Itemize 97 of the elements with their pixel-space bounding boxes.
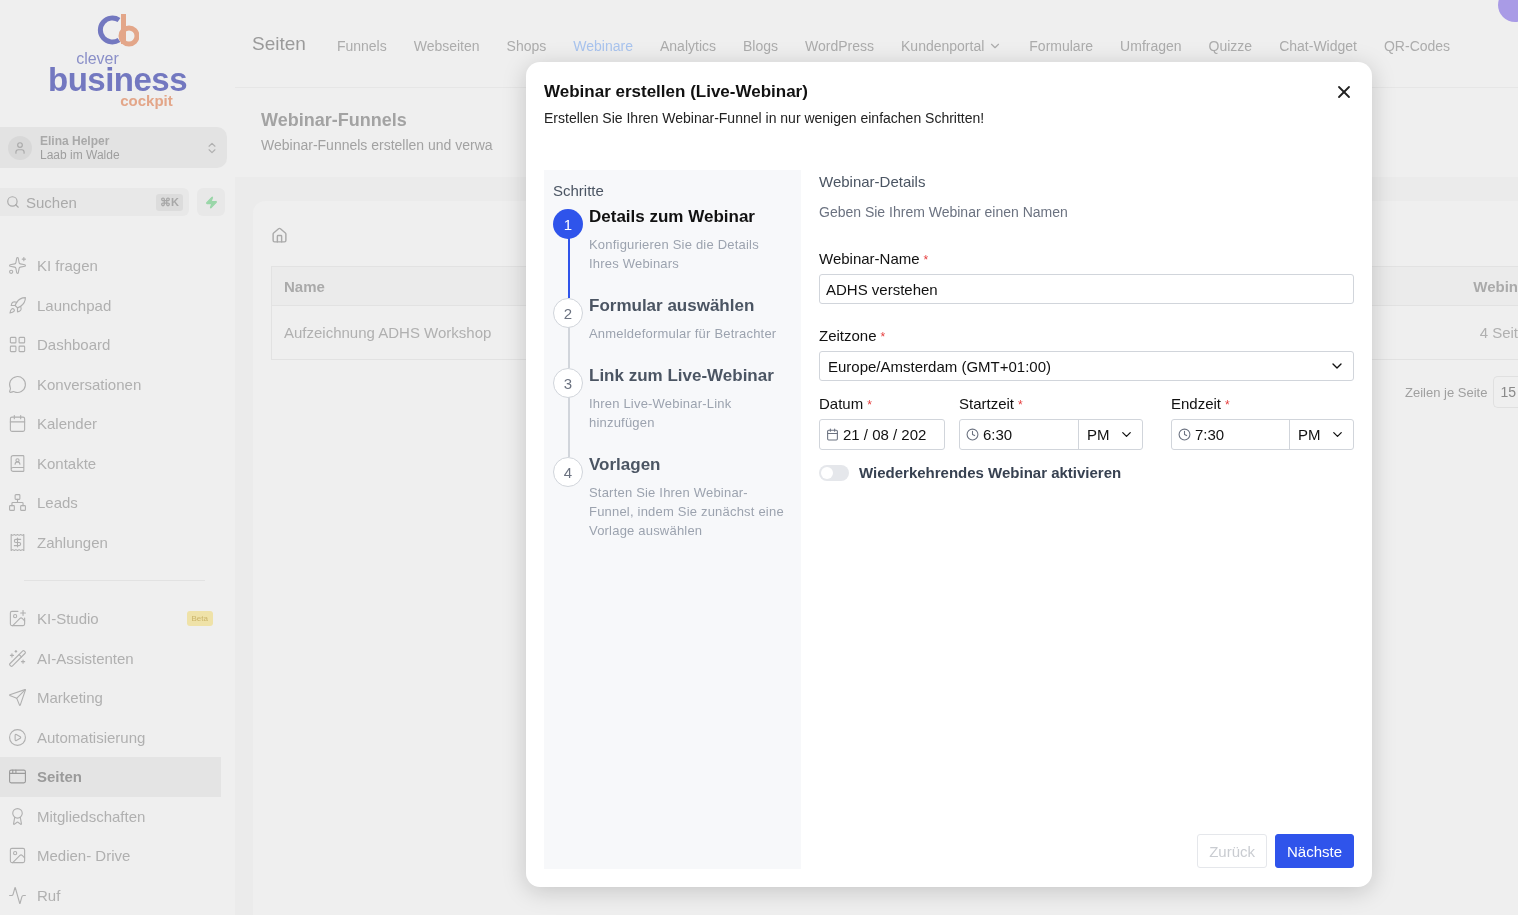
receipt-icon xyxy=(8,532,27,552)
dialog-title: Webinar erstellen (Live-Webinar) xyxy=(544,82,809,102)
field-label: Endzeit * xyxy=(1171,395,1231,412)
required-mark: * xyxy=(923,253,929,267)
timezone-select[interactable]: Europe/Amsterdam (GMT+01:00) xyxy=(819,351,1354,381)
column-header: Name xyxy=(284,277,325,295)
step-number: 2 xyxy=(553,298,583,328)
rows-per-page-label: Zeilen je Seite xyxy=(1405,384,1488,400)
step-number: 1 xyxy=(553,209,583,239)
logo-text: cockpit xyxy=(120,94,173,108)
nav-tab[interactable]: Blogs xyxy=(743,37,779,54)
logo-icon xyxy=(96,14,139,48)
nav-item[interactable]: KI fragen xyxy=(0,246,221,286)
grid-icon xyxy=(8,335,27,355)
required-mark: * xyxy=(1018,398,1023,412)
column-header: Webin xyxy=(1473,277,1518,295)
nav-item[interactable]: AI-Assistenten xyxy=(0,638,221,678)
name-input[interactable]: ADHS verstehen xyxy=(819,274,1354,304)
nav-tab[interactable]: Formulare xyxy=(1029,37,1094,54)
image-icon xyxy=(8,846,27,866)
nav-tab[interactable]: Webseiten xyxy=(413,37,480,54)
field-label: Zeitzone * xyxy=(819,327,887,344)
nav-tab[interactable]: Chat-Widget xyxy=(1279,37,1357,54)
sparkles-icon xyxy=(8,256,27,276)
nav-item[interactable]: Ruf xyxy=(0,875,221,915)
step-description: Starten Sie Ihren Webinar-Funnel, indem Sie zunächst eine Vorlage auswählen xyxy=(589,484,785,540)
account-location: Laab im Walde xyxy=(40,147,121,162)
nav-item[interactable]: Leads xyxy=(0,483,221,523)
lightning-icon xyxy=(204,195,218,209)
field-label: Datum * xyxy=(819,395,873,412)
date-input[interactable]: 21 / 08 / 202 xyxy=(819,419,945,450)
toggle-switch[interactable] xyxy=(819,464,849,481)
step-title[interactable]: Vorlagen xyxy=(589,455,789,475)
field-label: Webinar-Name * xyxy=(819,250,930,267)
steps-title: Schritte xyxy=(553,182,605,199)
logo-text: clever xyxy=(76,52,119,66)
step-number: 4 xyxy=(553,457,583,487)
table-cell: 4 Seit xyxy=(1479,324,1518,341)
required-mark: * xyxy=(867,398,872,412)
step-description: Anmeldeformular für Betrachter xyxy=(589,325,778,343)
section-title: Webinar-Details xyxy=(819,173,927,190)
nav-item[interactable]: Zahlungen xyxy=(0,522,221,562)
user-icon xyxy=(8,135,32,160)
nav-item[interactable]: Marketing xyxy=(0,678,221,718)
dialog-subtitle: Erstellen Sie Ihren Webinar-Funnel in nur wenigen einfachen Schritten! xyxy=(544,110,985,126)
nav-item[interactable]: Medien- Drive xyxy=(0,836,221,876)
toggle-label: Wiederkehrendes Webinar aktivieren xyxy=(859,464,1122,481)
next-button[interactable]: Nächste xyxy=(1274,834,1354,868)
lightning-button[interactable] xyxy=(197,188,225,216)
field-label: Startzeit * xyxy=(959,395,1024,412)
contact-book-icon xyxy=(8,453,27,473)
nav-tab[interactable]: QR-Codes xyxy=(1383,37,1451,54)
nav-tab[interactable]: Quizze xyxy=(1208,37,1253,54)
table-cell: Aufzeichnung ADHS Workshop xyxy=(284,324,492,341)
nav-item[interactable]: Dashboard xyxy=(0,325,221,365)
nav-item[interactable]: Konversationen xyxy=(0,364,221,404)
paper-plane-icon xyxy=(8,688,27,708)
step-description: Ihren Live-Webinar-Link hinzufügen xyxy=(589,395,733,432)
step-title[interactable]: Link zum Live-Webinar xyxy=(589,366,789,386)
calendar-icon xyxy=(8,414,27,434)
wand-icon xyxy=(8,648,27,668)
nav-item[interactable]: Seiten xyxy=(0,757,221,797)
required-mark: * xyxy=(1225,398,1230,412)
rocket-icon xyxy=(8,295,27,315)
section-title: Seiten xyxy=(252,32,306,55)
required-mark: * xyxy=(880,330,886,344)
play-icon xyxy=(8,727,27,747)
nav-tab[interactable]: WordPress xyxy=(805,37,874,54)
network-icon xyxy=(8,493,27,513)
step-description: Konfigurieren Sie die Details Ihres Webinars xyxy=(589,236,760,273)
logo-text: business xyxy=(47,66,188,94)
step-title[interactable]: Formular auswählen xyxy=(589,296,789,316)
nav-item[interactable]: Mitgliedschaften xyxy=(0,796,221,836)
nav-tab[interactable]: Funnels xyxy=(336,37,387,54)
page-subtitle: Webinar-Funnels erstellen und verwa xyxy=(261,137,493,153)
nav-item[interactable]: Kontakte xyxy=(0,443,221,483)
rows-per-page-select[interactable]: 15 xyxy=(1493,376,1518,408)
step-title[interactable]: Details zum Webinar xyxy=(589,207,789,227)
chat-icon xyxy=(8,374,27,394)
nav-item[interactable]: Automatisierung xyxy=(0,717,221,757)
account-name: Elina Helper xyxy=(40,133,111,148)
page-title: Webinar-Funnels xyxy=(261,110,407,131)
image-sparkle-icon xyxy=(8,609,27,629)
step-number: 3 xyxy=(553,368,583,398)
nav-tab[interactable]: Umfragen xyxy=(1120,37,1182,54)
nav-item[interactable]: Kalender xyxy=(0,404,221,444)
section-hint: Geben Sie Ihrem Webinar einen Namen xyxy=(819,204,1069,220)
pulse-icon xyxy=(8,885,27,905)
home-icon[interactable] xyxy=(271,227,288,244)
account-switcher[interactable]: Elina Helper Laab im Walde xyxy=(0,127,227,168)
nav-tab[interactable]: Webinare xyxy=(573,37,633,54)
nav-tab[interactable]: Kundenportal xyxy=(901,37,1003,54)
search-icon xyxy=(6,195,20,209)
nav-tab[interactable]: Analytics xyxy=(659,37,716,54)
nav-tab[interactable]: Shops xyxy=(506,37,547,54)
nav-item[interactable]: Launchpad xyxy=(0,285,221,325)
calendar-icon xyxy=(826,428,839,441)
